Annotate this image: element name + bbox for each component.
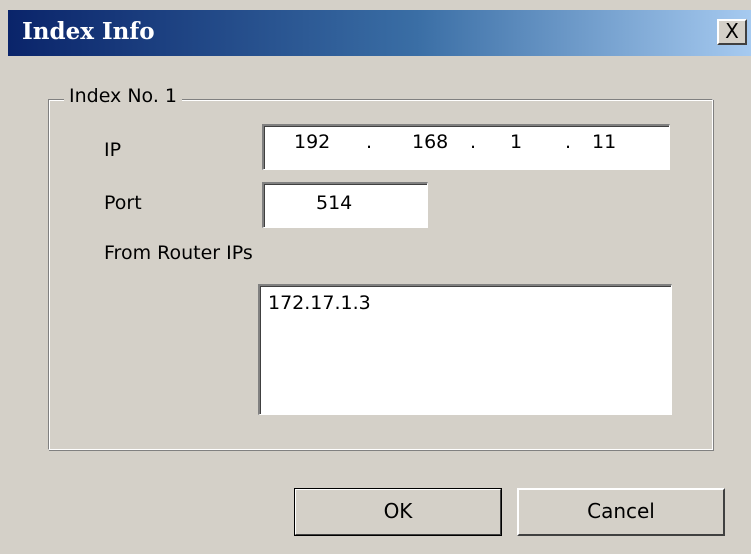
ip-octet-1[interactable]: 192 — [294, 131, 330, 153]
ip-octet-4[interactable]: 11 — [592, 131, 616, 153]
ip-separator: . — [565, 131, 572, 153]
router-ip-entry: 172.17.1.3 — [268, 292, 371, 314]
ip-octet-3[interactable]: 1 — [510, 131, 522, 153]
ip-octet-2[interactable]: 168 — [412, 131, 448, 153]
close-icon[interactable]: X — [717, 19, 747, 45]
ok-button[interactable]: OK — [294, 488, 502, 536]
window-title: Index Info — [22, 18, 155, 45]
ip-label: IP — [104, 139, 122, 161]
ip-separator: . — [366, 131, 373, 153]
cancel-button[interactable]: Cancel — [517, 488, 725, 536]
group-label: Index No. 1 — [64, 85, 183, 107]
router-ips-label: From Router IPs — [104, 242, 253, 264]
title-bar[interactable]: Index Info X — [8, 10, 751, 56]
router-ips-textarea[interactable]: 172.17.1.3 — [258, 284, 672, 415]
ip-address-input[interactable]: 192 . 168 . 1 . 11 — [262, 124, 670, 170]
port-label: Port — [104, 192, 142, 214]
ip-separator: . — [470, 131, 477, 153]
port-value: 514 — [316, 192, 353, 214]
index-info-dialog: Index Info X Index No. 1 IP 192 . 168 . … — [0, 0, 751, 554]
port-input[interactable]: 514 — [262, 182, 428, 228]
